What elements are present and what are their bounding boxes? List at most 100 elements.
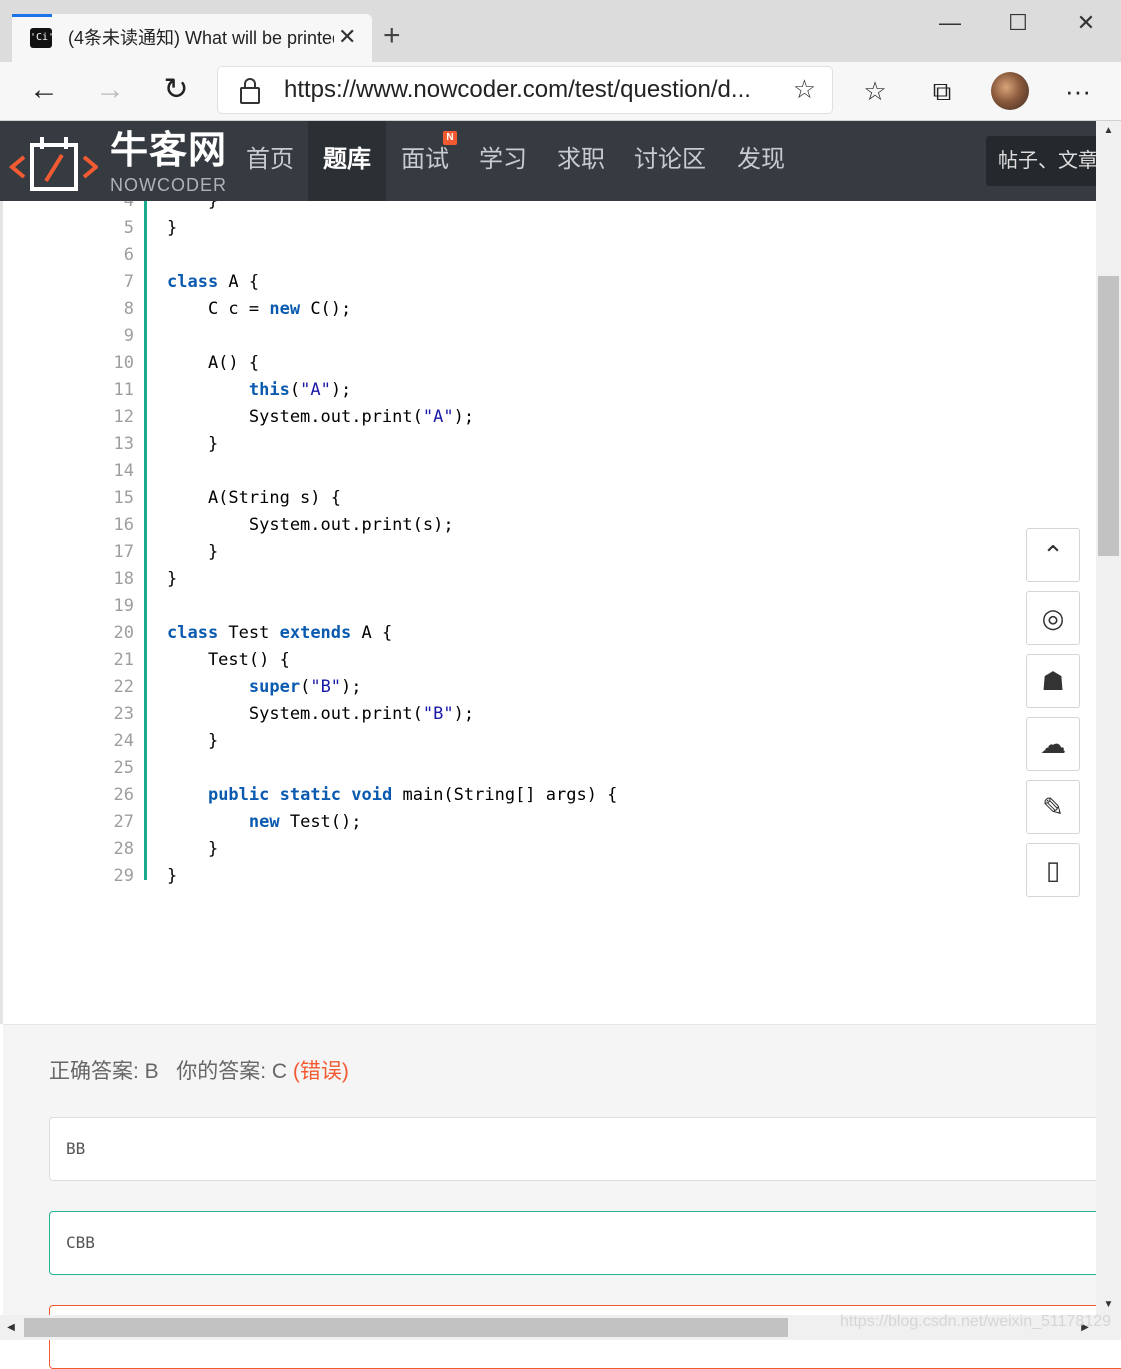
option-text: CBB [66,1233,95,1252]
code-line: 11 this("A"); [0,377,1096,404]
wrong-tag: (错误) [292,1060,349,1083]
code-text: System.out.print("B"); [167,704,475,724]
lock-icon[interactable] [240,78,260,104]
nowcoder-logo[interactable]: 牛客网 NOWCODER [0,121,235,201]
code-line: 22 super("B"); [0,674,1096,701]
code-text: } [167,201,219,211]
line-number: 16 [113,515,134,535]
window-minimize-button[interactable]: — [920,8,980,38]
line-number: 21 [113,650,134,670]
code-text: new Test(); [248,812,362,832]
qq-share-icon[interactable]: ☗ [1026,654,1080,708]
tab-close-icon[interactable]: ✕ [338,24,356,50]
scroll-left-arrow-icon[interactable]: ◀ [0,1315,22,1340]
code-text: A() { [167,353,260,373]
line-number: 27 [113,812,134,832]
your-answer-label: 你的答案: C [176,1060,288,1083]
nav-item-learn[interactable]: 学习 [468,121,538,201]
csdn-watermark: https://blog.csdn.net/weixin_51178129 [840,1313,1112,1330]
code-line: 6 [0,242,1096,269]
line-number: 7 [123,272,134,292]
browser-toolbar: ← → ↻ https://www.nowcoder.com/test/ques… [0,62,1121,121]
code-line: 8 C c = new C(); [0,296,1096,323]
code-text: System.out.print(s); [167,515,454,535]
new-badge: N [443,131,457,145]
line-number: 12 [113,407,134,427]
code-text: System.out.print("A"); [167,407,475,427]
line-number: 15 [113,488,134,508]
tab-title: (4条未读通知) What will be printed [68,28,334,48]
edit-pencil-icon[interactable]: ✎ [1026,780,1080,834]
horizontal-scroll-thumb[interactable] [24,1318,788,1337]
line-number: 22 [113,677,134,697]
nowcoder-favicon-icon: 'Ci' [30,28,54,48]
line-number: 20 [113,623,134,643]
code-line: 12 System.out.print("A"); [0,404,1096,431]
code-line: 9 [0,323,1096,350]
correct-answer-label: 正确答案: B [49,1060,159,1083]
code-line: 16 System.out.print(s); [0,512,1096,539]
code-text: } [167,218,178,238]
refresh-icon[interactable]: ↻ [154,70,198,110]
logo-english-text: NOWCODER [110,175,227,195]
line-number: 26 [113,785,134,805]
vertical-scrollbar[interactable]: ▲ ▼ [1096,121,1121,1315]
nav-item-discussion[interactable]: 讨论区 [624,121,716,201]
line-number: 14 [113,461,134,481]
nav-item-home[interactable]: 首页 [235,121,305,201]
code-line: 10 A() { [0,350,1096,377]
code-text: } [167,866,178,886]
code-text: super("B"); [248,677,362,697]
nav-item-discover[interactable]: 发现 [726,121,796,201]
code-text: A(String s) { [167,488,341,508]
code-text: class Test extends A { [167,623,393,643]
code-line: 15 A(String s) { [0,485,1096,512]
window-maximize-button[interactable]: ☐ [988,8,1048,38]
vertical-scroll-thumb[interactable] [1098,276,1119,556]
forward-arrow-icon[interactable]: → [88,70,132,110]
back-arrow-icon[interactable]: ← [22,70,66,110]
code-line: 21 Test() { [0,647,1096,674]
browser-tab-bar: 'Ci' (4条未读通知) What will be printed ✕ + —… [0,0,1121,62]
nav-item-jobs[interactable]: 求职 [546,121,616,201]
wechat-share-icon[interactable]: ☁ [1026,717,1080,771]
code-text: C c = new C(); [167,299,352,319]
option-item-correct[interactable]: CBB [49,1211,1121,1275]
nav-item-question-bank[interactable]: 题库 [308,121,386,201]
code-line: 25 [0,755,1096,782]
url-text[interactable]: https://www.nowcoder.com/test/question/d… [284,75,751,105]
browser-tab[interactable]: 'Ci' (4条未读通知) What will be printed ✕ [12,14,372,62]
line-number: 11 [113,380,134,400]
code-line: 5} [0,215,1096,242]
more-menu-icon[interactable]: ··· [1058,72,1098,110]
option-item[interactable]: BB [49,1117,1121,1181]
scroll-up-arrow-icon[interactable]: ▲ [1096,121,1121,141]
mobile-phone-icon[interactable]: ▯ [1026,843,1080,897]
line-number: 17 [113,542,134,562]
weibo-share-icon[interactable]: ◎ [1026,591,1080,645]
tab-accent [12,14,52,17]
answer-area: 正确答案: B 你的答案: C (错误) BB CBB [3,1024,1121,1369]
code-line: 24 } [0,728,1096,755]
logo-calendar-icon [8,137,98,191]
favorites-icon[interactable]: ☆ [855,72,895,110]
code-text: Test() { [167,650,290,670]
new-tab-icon[interactable]: + [383,18,401,54]
line-number: 28 [113,839,134,859]
code-line: 27 new Test(); [0,809,1096,836]
address-bar[interactable]: https://www.nowcoder.com/test/question/d… [218,67,832,113]
code-text: } [167,731,219,751]
line-number: 18 [113,569,134,589]
code-line: 23 System.out.print("B"); [0,701,1096,728]
collections-icon[interactable]: ⧉ [922,72,962,110]
window-close-button[interactable]: ✕ [1056,8,1116,38]
back-to-top-button[interactable]: ⌃ [1026,528,1080,582]
code-line: 17 } [0,539,1096,566]
line-number: 23 [113,704,134,724]
add-favorite-star-icon[interactable]: ☆ [793,74,816,104]
site-search-input[interactable]: 帖子、文章 [986,136,1096,186]
line-number: 4 [123,201,134,211]
code-block: 4 } 5} 6 7 class A {8 C c = new C(); 9 10 A() … [0,201,1096,890]
profile-avatar[interactable] [991,72,1029,110]
site-header: 牛客网 NOWCODER 首页 题库 面试 学习 求职 讨论区 发现 [0,121,1096,201]
